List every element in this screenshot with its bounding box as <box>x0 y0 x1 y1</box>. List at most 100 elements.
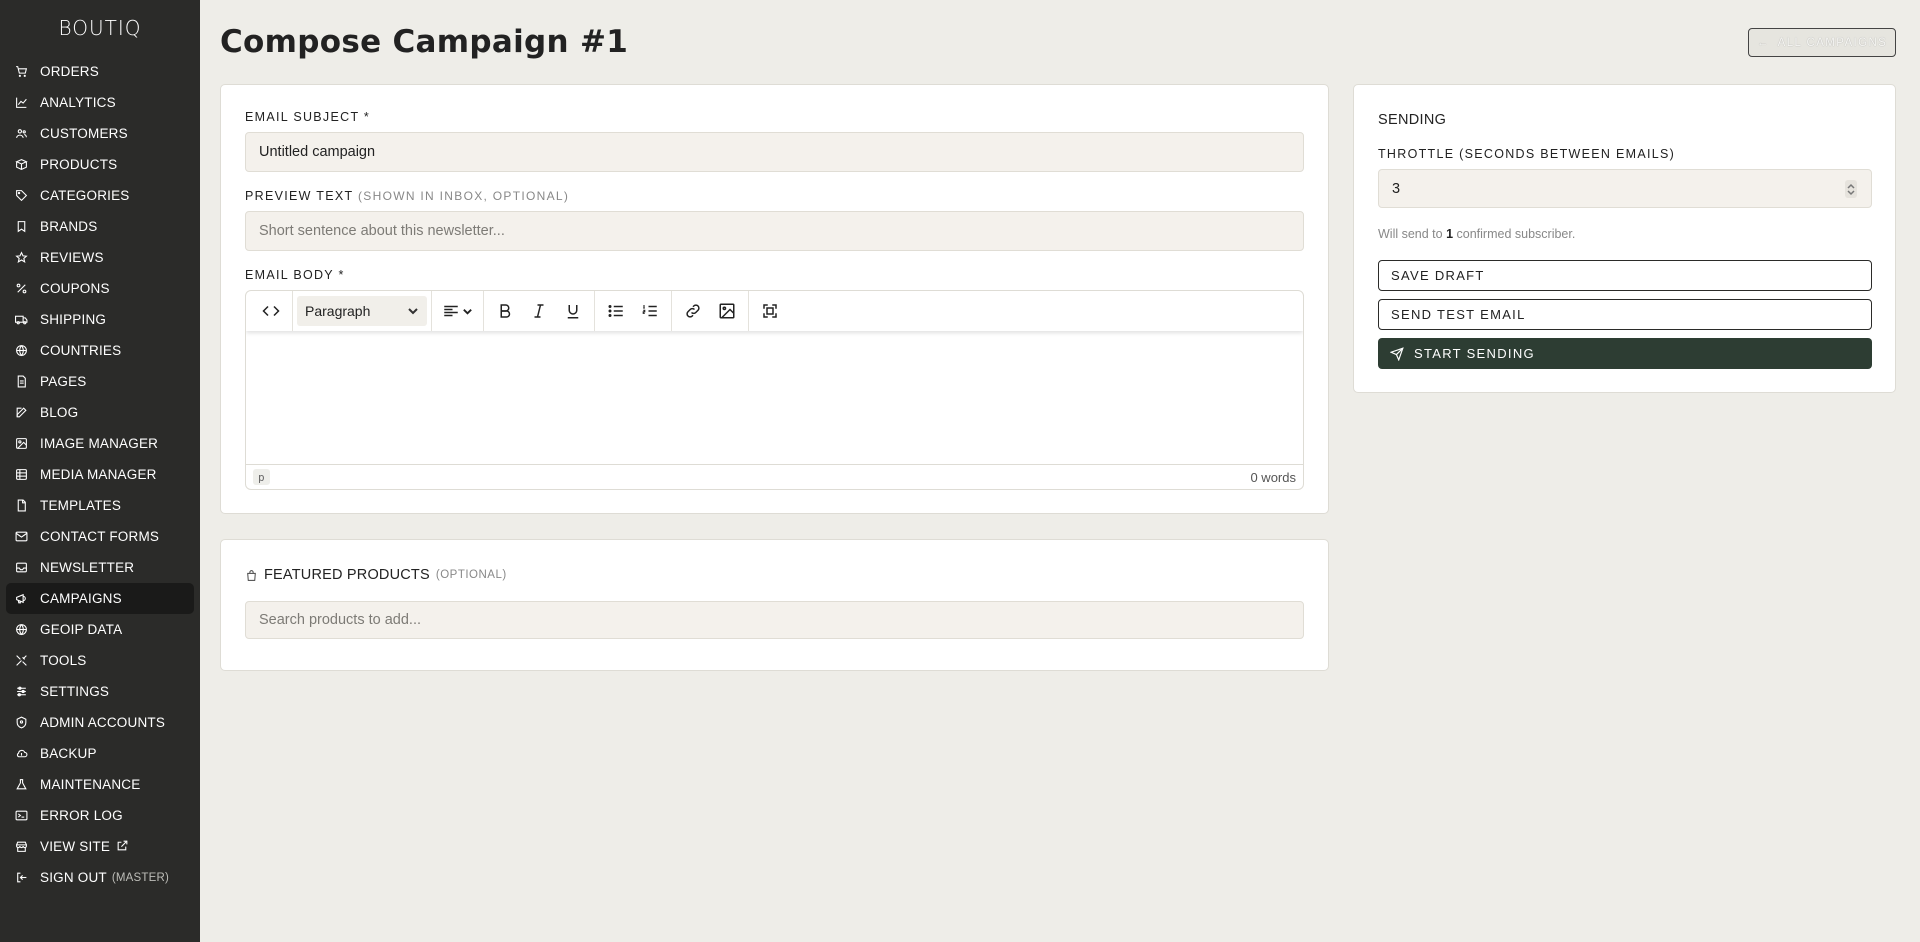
sidebar-item-pages[interactable]: PAGES <box>6 366 194 397</box>
toolbar-group-view <box>749 291 791 331</box>
editor-content-area[interactable] <box>246 331 1303 465</box>
sidebar-item-orders[interactable]: ORDERS <box>6 56 194 87</box>
toolbar-group-format: Paragraph <box>293 291 432 331</box>
arrow-left-icon: ← <box>1756 36 1770 49</box>
users-icon <box>14 127 28 141</box>
sidebar-item-sign-out[interactable]: SIGN OUT (MASTER) <box>6 862 194 893</box>
sidebar-item-label: CAMPAIGNS <box>40 591 122 606</box>
sidebar-item-coupons[interactable]: COUPONS <box>6 273 194 304</box>
sidebar-item-error-log[interactable]: ERROR LOG <box>6 800 194 831</box>
throttle-input[interactable]: 3 <box>1378 169 1872 208</box>
email-subject-input[interactable]: Untitled campaign <box>245 132 1304 172</box>
sidebar-item-reviews[interactable]: REVIEWS <box>6 242 194 273</box>
preview-text-input[interactable]: Short sentence about this newsletter... <box>245 211 1304 251</box>
sliders-icon <box>14 685 28 699</box>
inbox-icon <box>14 561 28 575</box>
sidebar-nav: ORDERS ANALYTICS CUSTOMERS PRODUCTS CATEGORI… <box>0 56 200 893</box>
sidebar-item-templates[interactable]: TEMPLATES <box>6 490 194 521</box>
fullscreen-icon[interactable] <box>753 296 787 326</box>
start-sending-button[interactable]: START SENDING <box>1378 338 1872 369</box>
word-count[interactable]: 0 words <box>1250 470 1296 485</box>
sidebar-item-tools[interactable]: TOOLS <box>6 645 194 676</box>
save-draft-button[interactable]: SAVE DRAFT <box>1378 260 1872 291</box>
block-format-value: Paragraph <box>305 303 371 319</box>
sidebar-item-geoip-data[interactable]: GEOIP DATA <box>6 614 194 645</box>
image-icon <box>14 437 28 451</box>
source-code-icon[interactable] <box>254 296 288 326</box>
italic-icon[interactable] <box>522 296 556 326</box>
shield-icon <box>14 716 28 730</box>
brand-logo[interactable]: BOUTIQ <box>0 0 200 56</box>
numbered-list-icon[interactable] <box>633 296 667 326</box>
sidebar-item-label: ADMIN ACCOUNTS <box>40 715 166 730</box>
number-stepper-icon[interactable] <box>1845 180 1857 198</box>
sidebar-item-shipping[interactable]: SHIPPING <box>6 304 194 335</box>
all-campaigns-label: ALL CAMPAIGNS <box>1777 36 1888 49</box>
send-test-email-button[interactable]: SEND TEST EMAIL <box>1378 299 1872 330</box>
sidebar-item-label: VIEW SITE <box>40 839 111 854</box>
sidebar-item-blog[interactable]: BLOG <box>6 397 194 428</box>
featured-products-title: FEATURED PRODUCTS <box>264 567 430 583</box>
featured-products-hint: (OPTIONAL) <box>435 569 507 581</box>
percent-icon <box>14 282 28 296</box>
sidebar-item-label: CONTACT FORMS <box>40 529 160 544</box>
product-search-input[interactable]: Search products to add... <box>245 601 1304 639</box>
element-path-tag[interactable]: p <box>253 469 270 485</box>
external-link-icon <box>110 839 129 855</box>
bullet-list-icon[interactable] <box>599 296 633 326</box>
logout-icon <box>14 871 28 885</box>
sidebar: BOUTIQ ORDERS ANALYTICS CUSTOMERS PRODUCTS C… <box>0 0 200 942</box>
link-icon[interactable] <box>676 296 710 326</box>
sidebar-item-label: BRANDS <box>40 219 98 234</box>
cloud-icon <box>14 747 28 761</box>
image-icon[interactable] <box>710 296 744 326</box>
toolbar-group-style <box>484 291 595 331</box>
sidebar-item-backup[interactable]: BACKUP <box>6 738 194 769</box>
sidebar-item-maintenance[interactable]: MAINTENANCE <box>6 769 194 800</box>
featured-products-card: FEATURED PRODUCTS (OPTIONAL) Search prod… <box>220 539 1329 671</box>
sidebar-item-media-manager[interactable]: MEDIA MANAGER <box>6 459 194 490</box>
sidebar-item-campaigns[interactable]: CAMPAIGNS <box>6 583 194 614</box>
preview-text-hint: (SHOWN IN INBOX, OPTIONAL) <box>358 189 570 203</box>
email-body-label: EMAIL BODY * <box>245 268 345 282</box>
sidebar-item-suffix: (MASTER) <box>111 871 170 884</box>
star-icon <box>14 251 28 265</box>
sidebar-item-label: COUNTRIES <box>40 343 122 358</box>
sidebar-item-label: CUSTOMERS <box>40 126 128 141</box>
all-campaigns-button[interactable]: ← ALL CAMPAIGNS <box>1748 28 1896 57</box>
file-icon <box>14 375 28 389</box>
sidebar-item-label: BLOG <box>40 405 79 420</box>
sidebar-item-label: MEDIA MANAGER <box>40 467 157 482</box>
tag-icon <box>14 189 28 203</box>
toolbar-group-insert <box>672 291 749 331</box>
box-icon <box>14 158 28 172</box>
recipient-note: Will send to 1 confirmed subscriber. <box>1378 227 1575 241</box>
sidebar-item-admin-accounts[interactable]: ADMIN ACCOUNTS <box>6 707 194 738</box>
flask-icon <box>14 778 28 792</box>
sidebar-item-categories[interactable]: CATEGORIES <box>6 180 194 211</box>
storefront-icon <box>14 840 28 854</box>
sidebar-item-label: ORDERS <box>40 64 99 79</box>
globe-icon <box>14 623 28 637</box>
sidebar-item-settings[interactable]: SETTINGS <box>6 676 194 707</box>
sidebar-item-analytics[interactable]: ANALYTICS <box>6 87 194 118</box>
featured-products-heading: FEATURED PRODUCTS (OPTIONAL) <box>245 567 507 583</box>
sidebar-item-label: PRODUCTS <box>40 157 118 172</box>
start-sending-label: START SENDING <box>1414 346 1535 361</box>
sidebar-item-newsletter[interactable]: NEWSLETTER <box>6 552 194 583</box>
recipient-note-prefix: Will send to <box>1378 227 1447 241</box>
send-icon <box>1390 346 1404 361</box>
sidebar-item-customers[interactable]: CUSTOMERS <box>6 118 194 149</box>
bold-icon[interactable] <box>488 296 522 326</box>
sidebar-item-contact-forms[interactable]: CONTACT FORMS <box>6 521 194 552</box>
align-menu-button[interactable] <box>436 296 479 326</box>
sidebar-item-brands[interactable]: BRANDS <box>6 211 194 242</box>
block-format-select[interactable]: Paragraph <box>297 296 427 326</box>
cart-icon <box>14 65 28 79</box>
sidebar-item-products[interactable]: PRODUCTS <box>6 149 194 180</box>
film-icon <box>14 468 28 482</box>
sidebar-item-view-site[interactable]: VIEW SITE <box>6 831 194 862</box>
underline-icon[interactable] <box>556 296 590 326</box>
sidebar-item-countries[interactable]: COUNTRIES <box>6 335 194 366</box>
sidebar-item-image-manager[interactable]: IMAGE MANAGER <box>6 428 194 459</box>
